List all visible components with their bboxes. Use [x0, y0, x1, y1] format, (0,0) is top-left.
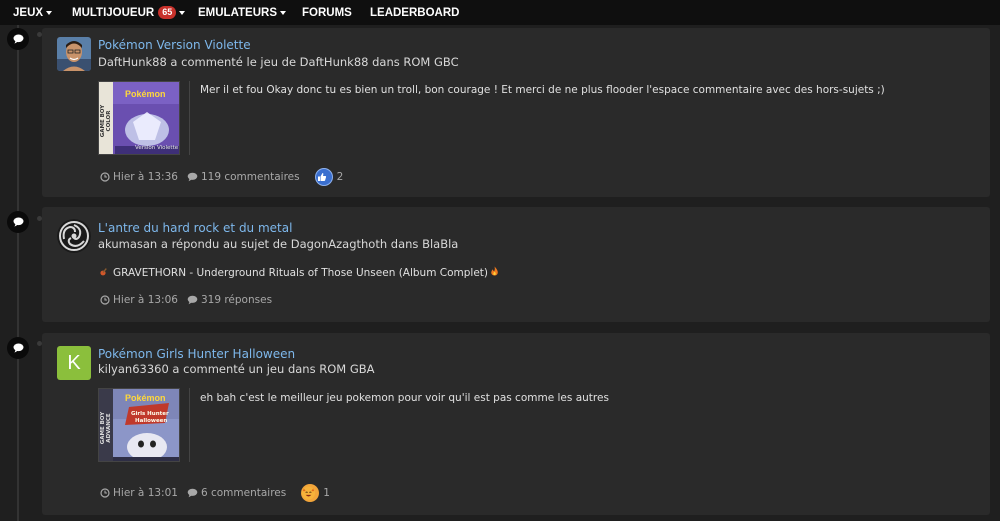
- comment-text: eh bah c'est le meilleur jeu pokemon pou…: [200, 392, 609, 404]
- comment-count[interactable]: 6 commentaires: [187, 487, 286, 499]
- caret-down-icon: [179, 11, 186, 15]
- console-label: GAME BOY ADVANCE: [100, 411, 112, 445]
- comment-count[interactable]: 119 commentaires: [187, 171, 300, 183]
- activity-title[interactable]: Pokémon Version Violette: [98, 38, 251, 52]
- comment-icon: [187, 488, 198, 498]
- fire-icon: [490, 266, 499, 279]
- activity-card: L'antre du hard rock et du metal akumasa…: [42, 207, 990, 322]
- activity-title[interactable]: Pokémon Girls Hunter Halloween: [98, 347, 295, 361]
- comment-bubble-icon: [7, 337, 29, 359]
- comment-text: GRAVETHORN - Underground Rituals of Thos…: [113, 266, 489, 279]
- nav-item-emulateurs[interactable]: EMULATEURS: [198, 6, 287, 19]
- activity-card: Pokémon Version Violette DaftHunk88 a co…: [42, 28, 990, 197]
- guitar-emoji-icon: [100, 267, 109, 279]
- cover-logo: Pokémon: [125, 393, 166, 403]
- clock-icon: [100, 295, 110, 305]
- avatar[interactable]: [57, 219, 91, 253]
- avatar-letter: K: [67, 351, 81, 374]
- reaction-count: 2: [336, 171, 344, 183]
- cover-subtitle: Version Violette: [135, 145, 179, 151]
- time-label: Hier à 13:06: [113, 294, 178, 306]
- activity-meta: kilyan63360 a commenté un jeu dans ROM G…: [98, 362, 375, 376]
- caret-down-icon: [280, 11, 287, 15]
- timestamp[interactable]: Hier à 13:36: [100, 171, 178, 183]
- nav-label: EMULATEURS: [198, 6, 278, 19]
- time-label: Hier à 13:36: [113, 171, 178, 183]
- nav-label: LEADERBOARD: [370, 6, 460, 19]
- divider: [189, 388, 190, 462]
- game-cover[interactable]: GAME BOY COLOR Pokémon Version Violette: [98, 81, 180, 155]
- activity-meta: DaftHunk88 a commenté le jeu de DaftHunk…: [98, 55, 459, 69]
- comment-icon: [187, 295, 198, 305]
- nav-item-jeux[interactable]: JEUX: [13, 6, 53, 19]
- avatar[interactable]: K: [57, 346, 91, 380]
- count-label: 119 commentaires: [200, 171, 300, 183]
- activity-title[interactable]: L'antre du hard rock et du metal: [98, 221, 292, 235]
- reply-count[interactable]: 319 réponses: [187, 294, 272, 306]
- divider: [189, 81, 190, 155]
- count-label: 319 réponses: [200, 294, 273, 306]
- timestamp[interactable]: Hier à 13:01: [100, 487, 178, 499]
- avatar[interactable]: [57, 37, 91, 71]
- top-navigation: JEUX MULTIJOUEUR 65 EMULATEURS FORUMS LE…: [0, 0, 1000, 25]
- nav-label: JEUX: [13, 6, 44, 19]
- reaction-summary[interactable]: 2: [314, 168, 344, 186]
- activity-footer: Hier à 13:01 6 commentaires 1: [100, 484, 339, 502]
- count-label: 6 commentaires: [200, 487, 287, 499]
- activity-card: K Pokémon Girls Hunter Halloween kilyan6…: [42, 333, 990, 515]
- activity-footer: Hier à 13:06 319 réponses: [100, 294, 281, 306]
- caret-down-icon: [46, 11, 53, 15]
- haha-reaction-icon: [301, 484, 320, 502]
- comment-bubble-icon: [7, 28, 29, 50]
- nav-item-forums[interactable]: FORUMS: [302, 7, 352, 19]
- cover-subtitle: Girls Hunter: [131, 411, 169, 417]
- game-cover[interactable]: GAME BOY ADVANCE Pokémon Girls Hunter Ha…: [98, 388, 180, 462]
- clock-icon: [100, 172, 110, 182]
- cover-logo: Pokémon: [125, 89, 166, 99]
- timeline-line: [17, 25, 19, 521]
- cover-subtitle: Halloween: [135, 418, 168, 424]
- time-label: Hier à 13:01: [113, 487, 178, 499]
- clock-icon: [100, 488, 110, 498]
- nav-item-multijoueur[interactable]: MULTIJOUEUR 65: [72, 6, 186, 19]
- reaction-summary[interactable]: 1: [301, 484, 330, 502]
- notification-badge: 65: [158, 6, 177, 19]
- nav-label: MULTIJOUEUR: [72, 6, 155, 19]
- nav-item-leaderboard[interactable]: LEADERBOARD: [370, 7, 459, 19]
- reaction-count: 1: [323, 487, 330, 499]
- console-label: GAME BOY COLOR: [100, 104, 112, 138]
- comment-icon: [187, 172, 198, 182]
- comment-text-row: GRAVETHORN - Underground Rituals of Thos…: [100, 266, 499, 279]
- comment-text: Mer il et fou Okay donc tu es bien un tr…: [200, 84, 885, 96]
- comment-bubble-icon: [7, 211, 29, 233]
- activity-meta: akumasan a répondu au sujet de DagonAzag…: [98, 237, 459, 251]
- nav-label: FORUMS: [302, 6, 352, 19]
- activity-footer: Hier à 13:36 119 commentaires 2: [100, 168, 352, 186]
- thumbs-up-icon: [314, 168, 333, 186]
- timestamp[interactable]: Hier à 13:06: [100, 294, 178, 306]
